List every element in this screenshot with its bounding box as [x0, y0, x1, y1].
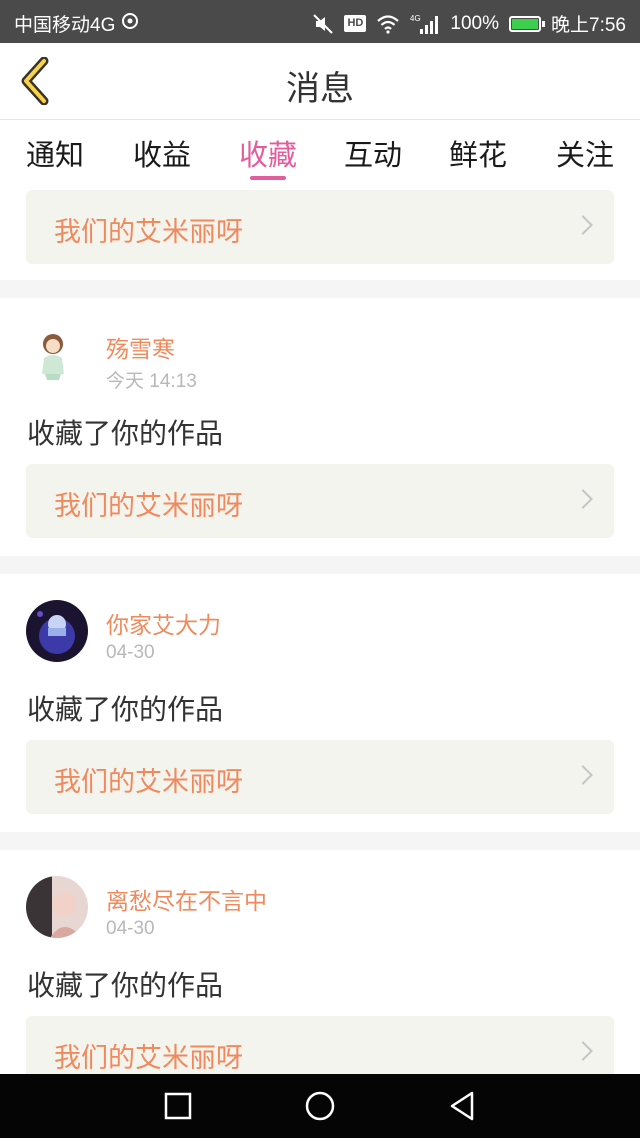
tab-earnings[interactable]: 收益 — [107, 132, 217, 174]
message-card: 我们的艾米丽呀 — [0, 184, 640, 280]
username[interactable]: 离愁尽在不言中 — [106, 882, 267, 916]
timestamp: 04-30 — [106, 642, 155, 663]
tab-active-indicator — [250, 176, 286, 180]
svg-text:4G: 4G — [410, 14, 421, 23]
username[interactable]: 殇雪寒 — [106, 330, 175, 364]
tab-interactions[interactable]: 互动 — [318, 132, 428, 174]
work-link[interactable]: 我们的艾米丽呀 — [26, 740, 614, 814]
message-card: 殇雪寒 今天 14:13 收藏了你的作品 我们的艾米丽呀 — [0, 298, 640, 556]
work-link[interactable]: 我们的艾米丽呀 — [26, 190, 614, 264]
page-title: 消息 — [286, 69, 354, 109]
message-card: 你家艾大力 04-30 收藏了你的作品 我们的艾米丽呀 — [0, 574, 640, 832]
tab-favorites[interactable]: 收藏 — [213, 132, 323, 174]
recent-apps-icon[interactable] — [164, 1092, 192, 1120]
tab-follows[interactable]: 关注 — [530, 132, 640, 174]
carrier-label: 中国移动4G — [14, 15, 116, 36]
signal-icon: 4G — [410, 13, 440, 35]
avatar[interactable] — [26, 600, 88, 662]
sync-icon — [121, 12, 139, 36]
home-icon[interactable] — [304, 1090, 336, 1122]
message-card: 离愁尽在不言中 04-30 收藏了你的作品 我们的艾米丽呀 — [0, 850, 640, 1090]
timestamp: 今天 14:13 — [106, 371, 197, 392]
tab-notifications[interactable]: 通知 — [0, 132, 110, 174]
chevron-right-icon — [573, 765, 593, 785]
wifi-icon — [376, 14, 400, 34]
tab-bar: 通知 收益 收藏 互动 鲜花 关注 — [0, 120, 640, 184]
header: 消息 — [0, 43, 640, 120]
work-title: 我们的艾米丽呀 — [54, 491, 243, 522]
action-text: 收藏了你的作品 — [27, 693, 224, 726]
work-link[interactable]: 我们的艾米丽呀 — [26, 464, 614, 538]
timestamp: 04-30 — [106, 918, 155, 939]
work-title: 我们的艾米丽呀 — [54, 1043, 243, 1074]
action-text: 收藏了你的作品 — [27, 417, 224, 450]
avatar[interactable] — [26, 324, 88, 386]
back-triangle-icon[interactable] — [448, 1090, 476, 1122]
chevron-right-icon — [573, 1041, 593, 1061]
navigation-bar — [0, 1074, 640, 1138]
action-text: 收藏了你的作品 — [27, 969, 224, 1002]
hd-icon: HD — [344, 15, 367, 32]
tab-flowers[interactable]: 鲜花 — [423, 132, 533, 174]
status-bar: 中国移动4G HD 4G 100% 晚上7:56 — [0, 0, 640, 43]
battery-icon — [509, 15, 546, 32]
battery-percent: 100% — [450, 12, 500, 34]
chevron-right-icon — [573, 215, 593, 235]
clock: 晚上7:56 — [551, 15, 626, 36]
chevron-right-icon — [573, 489, 593, 509]
work-title: 我们的艾米丽呀 — [54, 217, 243, 248]
mute-icon — [312, 13, 334, 35]
work-title: 我们的艾米丽呀 — [54, 767, 243, 798]
avatar[interactable] — [26, 876, 88, 938]
username[interactable]: 你家艾大力 — [106, 606, 221, 640]
